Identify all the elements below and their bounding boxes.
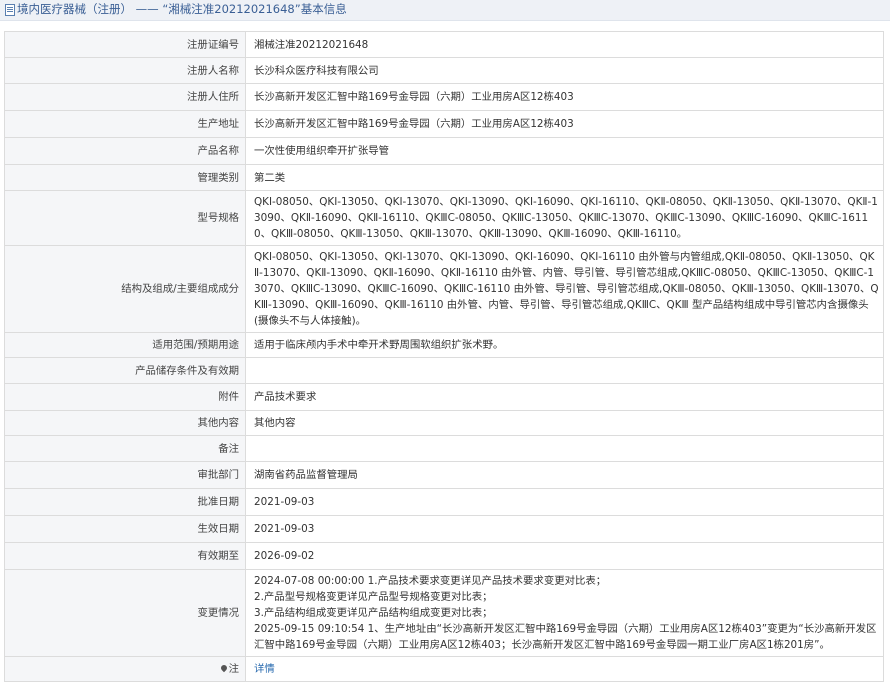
label-models: 型号规格 bbox=[4, 190, 246, 246]
header-title: “湘械注准20212021648”基本信息 bbox=[162, 2, 347, 16]
label-changes: 变更情况 bbox=[4, 569, 246, 657]
label-remark: 备注 bbox=[4, 435, 246, 462]
label-structure: 结构及组成/主要组成成分 bbox=[4, 245, 246, 333]
details-link[interactable]: 详情 bbox=[254, 663, 275, 675]
row-storage: 产品储存条件及有效期 bbox=[4, 357, 884, 384]
change-line: 2.产品型号规格变更详见产品型号规格变更对比表； bbox=[254, 591, 493, 603]
value-other: 其他内容 bbox=[245, 410, 884, 436]
value-valid-until: 2026-09-02 bbox=[245, 542, 884, 570]
row-registrant-address: 注册人住所 长沙高新开发区汇智中路169号金导园（六期）工业用房A区12栋403 bbox=[4, 83, 884, 111]
row-approval-date: 批准日期 2021-09-03 bbox=[4, 488, 884, 516]
value-product-name: 一次性使用组织牵开扩张导管 bbox=[245, 137, 884, 165]
change-line: 3.产品结构组成变更详见产品结构组成变更对比表； bbox=[254, 607, 493, 619]
value-structure: QKⅠ-08050、QKⅠ-13050、QKⅠ-13070、QKⅠ-13090、… bbox=[254, 251, 879, 327]
page-header: 境内医疗器械（注册） —— “湘械注准20212021648”基本信息 bbox=[0, 0, 890, 21]
changes-list: 2024-07-08 00:00:00 1.产品技术要求变更详见产品技术要求变更… bbox=[254, 570, 879, 656]
value-models: QKⅠ-08050、QKⅠ-13050、QKⅠ-13070、QKⅠ-13090、… bbox=[254, 196, 878, 240]
label-approval-date: 批准日期 bbox=[4, 488, 246, 516]
label-valid-until: 有效期至 bbox=[4, 542, 246, 570]
row-reg-no: 注册证编号 湘械注准20212021648 bbox=[4, 31, 884, 58]
row-class: 管理类别 第二类 bbox=[4, 164, 884, 191]
value-production-address: 长沙高新开发区汇智中路169号金导园（六期）工业用房A区12栋403 bbox=[245, 110, 884, 138]
row-effective-date: 生效日期 2021-09-03 bbox=[4, 515, 884, 543]
value-storage bbox=[245, 357, 884, 384]
value-registrant: 长沙科众医疗科技有限公司 bbox=[245, 57, 884, 84]
change-line: 2025-09-15 09:10:54 1、生产地址由“长沙高新开发区汇智中路1… bbox=[254, 623, 877, 651]
value-effective-date: 2021-09-03 bbox=[245, 515, 884, 543]
value-class: 第二类 bbox=[245, 164, 884, 191]
value-registrant-address: 长沙高新开发区汇智中路169号金导园（六期）工业用房A区12栋403 bbox=[245, 83, 884, 111]
row-attachment: 附件 产品技术要求 bbox=[4, 383, 884, 411]
row-approval-dept: 审批部门 湖南省药品监督管理局 bbox=[4, 461, 884, 489]
location-pin-icon bbox=[219, 663, 228, 673]
registration-info-table: 注册证编号 湘械注准20212021648 注册人名称 长沙科众医疗科技有限公司… bbox=[4, 31, 884, 682]
value-attachment: 产品技术要求 bbox=[245, 383, 884, 411]
value-reg-no: 湘械注准20212021648 bbox=[245, 31, 884, 58]
value-remark bbox=[245, 435, 884, 462]
label-class: 管理类别 bbox=[4, 164, 246, 191]
label-product-name: 产品名称 bbox=[4, 137, 246, 165]
row-product-name: 产品名称 一次性使用组织牵开扩张导管 bbox=[4, 137, 884, 165]
label-reg-no: 注册证编号 bbox=[4, 31, 246, 58]
label-registrant-address: 注册人住所 bbox=[4, 83, 246, 111]
row-structure: 结构及组成/主要组成成分 QKⅠ-08050、QKⅠ-13050、QKⅠ-130… bbox=[4, 245, 884, 333]
value-approval-dept: 湖南省药品监督管理局 bbox=[245, 461, 884, 489]
value-approval-date: 2021-09-03 bbox=[245, 488, 884, 516]
label-production-address: 生产地址 bbox=[4, 110, 246, 138]
header-category: 境内医疗器械（注册） bbox=[17, 2, 132, 16]
row-remark: 备注 bbox=[4, 435, 884, 462]
label-storage: 产品储存条件及有效期 bbox=[4, 357, 246, 384]
label-attachment: 附件 bbox=[4, 383, 246, 411]
row-valid-until: 有效期至 2026-09-02 bbox=[4, 542, 884, 570]
label-intended-use: 适用范围/预期用途 bbox=[4, 332, 246, 358]
row-models: 型号规格 QKⅠ-08050、QKⅠ-13050、QKⅠ-13070、QKⅠ-1… bbox=[4, 190, 884, 246]
label-other: 其他内容 bbox=[4, 410, 246, 436]
document-icon bbox=[5, 4, 15, 16]
label-effective-date: 生效日期 bbox=[4, 515, 246, 543]
value-intended-use: 适用于临床颅内手术中牵开术野周围软组织扩张术野。 bbox=[245, 332, 884, 358]
row-production-address: 生产地址 长沙高新开发区汇智中路169号金导园（六期）工业用房A区12栋403 bbox=[4, 110, 884, 138]
label-registrant: 注册人名称 bbox=[4, 57, 246, 84]
change-line: 2024-07-08 00:00:00 1.产品技术要求变更详见产品技术要求变更… bbox=[254, 575, 607, 587]
row-changes: 变更情况 2024-07-08 00:00:00 1.产品技术要求变更详见产品技… bbox=[4, 569, 884, 657]
row-note: 注 详情 bbox=[4, 656, 884, 682]
label-note: 注 bbox=[228, 663, 239, 675]
header-separator: —— bbox=[135, 2, 159, 16]
row-registrant: 注册人名称 长沙科众医疗科技有限公司 bbox=[4, 57, 884, 84]
row-intended-use: 适用范围/预期用途 适用于临床颅内手术中牵开术野周围软组织扩张术野。 bbox=[4, 332, 884, 358]
label-approval-dept: 审批部门 bbox=[4, 461, 246, 489]
row-other: 其他内容 其他内容 bbox=[4, 410, 884, 436]
